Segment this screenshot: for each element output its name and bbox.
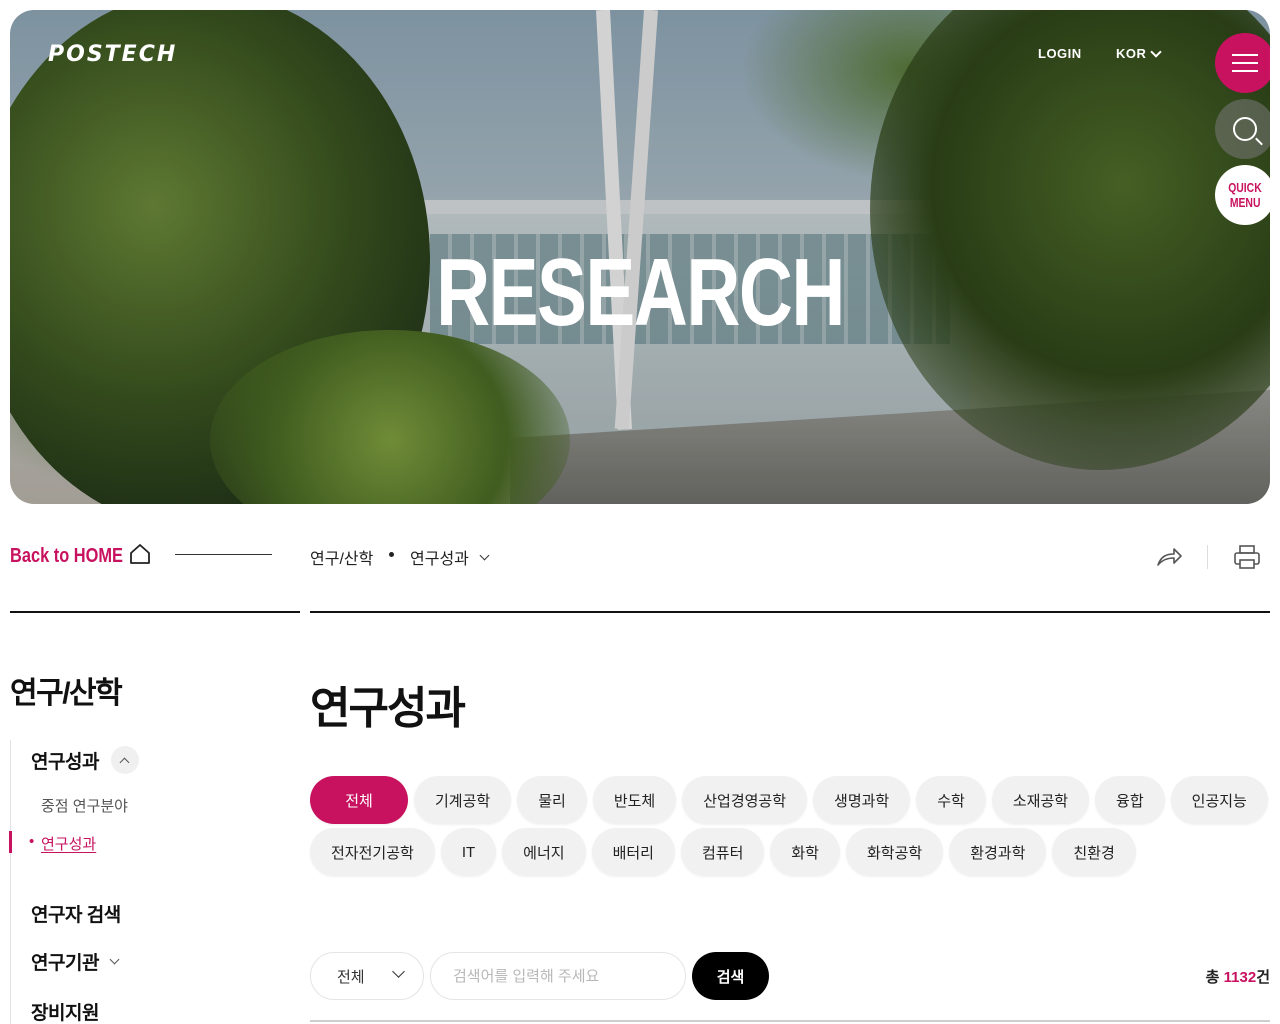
language-selector[interactable]: KOR (1116, 45, 1163, 61)
active-indicator (9, 831, 12, 853)
breadcrumb-level1[interactable]: 연구/산학 (310, 545, 373, 569)
chevron-down-icon (392, 965, 405, 978)
search-scope-select[interactable]: 전체 (310, 952, 424, 1000)
category-chip[interactable]: 반도체 (592, 776, 677, 824)
sidebar-item-label: 장비지원 (31, 1003, 99, 1024)
breadcrumb-level2-label: 연구성과 (410, 551, 469, 568)
chevron-down-icon (1150, 45, 1163, 58)
section-rule (10, 611, 300, 613)
category-chip[interactable]: 전자전기공학 (310, 828, 435, 876)
quick-menu-label: MENU (1229, 195, 1261, 210)
share-icon[interactable] (1155, 545, 1183, 569)
sidebar-item-research-results[interactable]: 연구성과 (31, 746, 139, 774)
total-number: 1132 (1223, 969, 1257, 986)
category-row: 전자전기공학 IT 에너지 배터리 컴퓨터 화학 화학공학 환경과학 친환경 (310, 828, 1270, 876)
category-chip[interactable]: 기계공학 (414, 776, 512, 824)
search-input[interactable] (430, 952, 686, 1000)
sidebar-subitem-research-results[interactable]: 연구성과 (29, 833, 96, 854)
category-chip[interactable]: 물리 (517, 776, 587, 824)
sidebar-line (10, 740, 11, 1024)
section-rule (310, 611, 1270, 613)
back-to-home-link[interactable]: Back to HOME (10, 545, 123, 568)
category-chip[interactable]: 산업경영공학 (682, 776, 808, 824)
toolbar-divider (1207, 545, 1208, 569)
chevron-down-icon (109, 954, 120, 965)
breadcrumb-divider (175, 554, 272, 555)
home-icon[interactable] (128, 543, 152, 565)
sidebar-item-label: 연구성과 (31, 751, 99, 773)
language-label: KOR (1116, 46, 1147, 61)
hero-title: RESEARCH (436, 239, 845, 346)
category-chip[interactable]: IT (440, 828, 497, 876)
category-chip[interactable]: 생명과학 (813, 776, 911, 824)
sidebar-title: 연구/산학 (10, 677, 123, 710)
category-chip[interactable]: 화학 (770, 828, 840, 876)
breadcrumb-level2-dropdown[interactable]: 연구성과 (410, 545, 490, 569)
quick-menu-button[interactable]: QUICK MENU (1215, 165, 1270, 225)
category-chip[interactable]: 전체 (310, 776, 408, 824)
menu-icon (1232, 54, 1258, 72)
breadcrumb-separator (389, 552, 394, 557)
search-button[interactable] (1215, 99, 1270, 159)
search-icon (1233, 117, 1257, 141)
total-suffix: 건 (1256, 969, 1270, 986)
sidebar-subitem-key-research[interactable]: 중점 연구분야 (41, 795, 128, 816)
category-row: 전체 기계공학 물리 반도체 산업경영공학 생명과학 수학 소재공학 융합 인공… (310, 776, 1270, 824)
category-chip[interactable]: 융합 (1095, 776, 1165, 824)
category-chip[interactable]: 배터리 (591, 828, 675, 876)
category-chip[interactable]: 컴퓨터 (680, 828, 765, 876)
total-prefix: 총 (1205, 969, 1224, 986)
search-submit-button[interactable]: 검색 (692, 952, 769, 1000)
login-link[interactable]: LOGIN (1038, 46, 1082, 61)
print-icon[interactable] (1233, 544, 1261, 570)
category-chip[interactable]: 소재공학 (991, 776, 1090, 824)
chevron-down-icon (479, 550, 490, 560)
sidebar-item-researcher-search[interactable]: 연구자 검색 (31, 900, 121, 927)
menu-button[interactable] (1215, 33, 1270, 93)
site-logo[interactable]: POSTECH (48, 42, 177, 67)
sidebar-item-equipment-support[interactable]: 장비지원 (31, 998, 99, 1024)
category-chip[interactable]: 환경과학 (949, 828, 1047, 876)
category-chip[interactable]: 인공지능 (1170, 776, 1268, 824)
quick-menu-label: QUICK (1228, 180, 1262, 195)
list-top-rule (310, 1020, 1270, 1022)
category-chip[interactable]: 수학 (916, 776, 986, 824)
category-filter: 전체 기계공학 물리 반도체 산업경영공학 생명과학 수학 소재공학 융합 인공… (310, 776, 1270, 880)
chevron-up-icon[interactable] (110, 746, 139, 774)
hero-banner: POSTECH RESEARCH LOGIN KOR QUICK MENU (10, 10, 1270, 504)
sidebar-item-label: 연구기관 (31, 953, 99, 974)
category-chip[interactable]: 에너지 (502, 828, 586, 876)
category-chip[interactable]: 화학공학 (845, 828, 944, 876)
page-title: 연구성과 (310, 684, 466, 733)
sidebar-item-label: 연구자 검색 (31, 905, 121, 926)
sidebar-item-research-institutes[interactable]: 연구기관 (31, 948, 120, 975)
search-scope-value: 전체 (337, 968, 365, 986)
total-count: 총 1132건 (1206, 966, 1270, 987)
category-chip[interactable]: 친환경 (1052, 828, 1136, 876)
